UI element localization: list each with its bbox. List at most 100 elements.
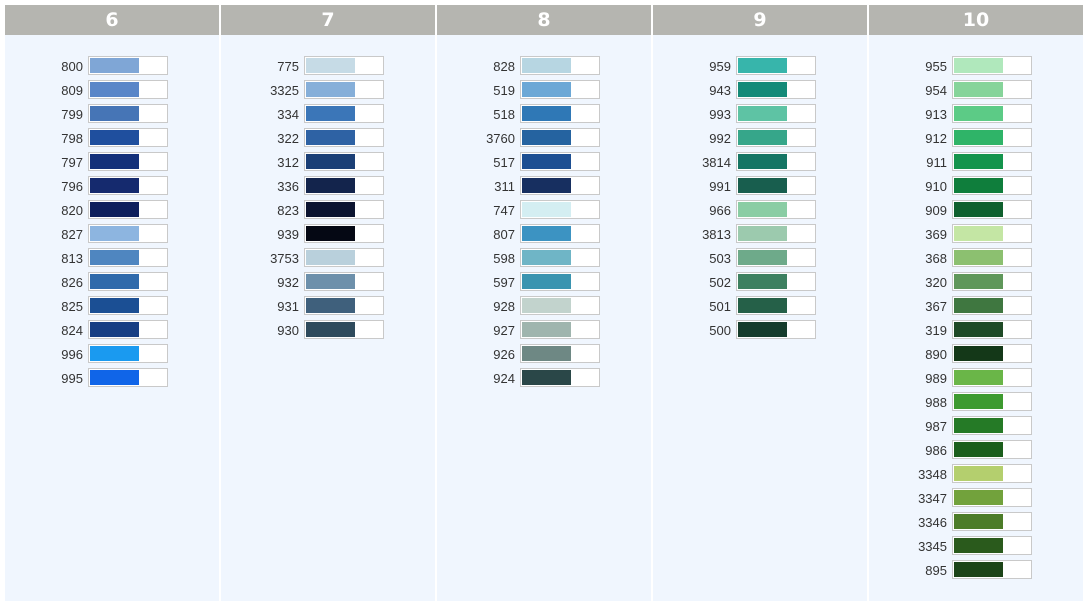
color-chip[interactable]	[952, 440, 1032, 459]
color-chip[interactable]	[88, 56, 168, 75]
color-row[interactable]: 796	[5, 176, 219, 200]
color-chip[interactable]	[88, 320, 168, 339]
color-chip[interactable]	[304, 320, 384, 339]
color-row[interactable]: 369	[869, 224, 1083, 248]
color-row[interactable]: 959	[653, 56, 867, 80]
color-row[interactable]: 927	[437, 320, 651, 344]
color-row[interactable]: 986	[869, 440, 1083, 464]
color-row[interactable]: 825	[5, 296, 219, 320]
color-chip[interactable]	[952, 176, 1032, 195]
color-chip[interactable]	[304, 104, 384, 123]
color-chip[interactable]	[736, 104, 816, 123]
color-chip[interactable]	[952, 488, 1032, 507]
color-chip[interactable]	[736, 320, 816, 339]
color-chip[interactable]	[304, 128, 384, 147]
color-row[interactable]: 996	[5, 344, 219, 368]
color-row[interactable]: 909	[869, 200, 1083, 224]
color-chip[interactable]	[952, 128, 1032, 147]
color-chip[interactable]	[952, 272, 1032, 291]
color-chip[interactable]	[520, 80, 600, 99]
color-chip[interactable]	[736, 80, 816, 99]
color-row[interactable]: 3348	[869, 464, 1083, 488]
color-row[interactable]: 797	[5, 152, 219, 176]
color-chip[interactable]	[88, 128, 168, 147]
color-chip[interactable]	[520, 128, 600, 147]
color-row[interactable]: 890	[869, 344, 1083, 368]
color-chip[interactable]	[952, 536, 1032, 555]
color-chip[interactable]	[952, 464, 1032, 483]
color-chip[interactable]	[88, 224, 168, 243]
color-chip[interactable]	[88, 368, 168, 387]
color-chip[interactable]	[736, 176, 816, 195]
color-row[interactable]: 820	[5, 200, 219, 224]
color-chip[interactable]	[520, 176, 600, 195]
color-chip[interactable]	[952, 392, 1032, 411]
color-chip[interactable]	[952, 344, 1032, 363]
color-chip[interactable]	[736, 56, 816, 75]
color-row[interactable]: 939	[221, 224, 435, 248]
color-row[interactable]: 518	[437, 104, 651, 128]
color-row[interactable]: 3346	[869, 512, 1083, 536]
color-chip[interactable]	[952, 80, 1032, 99]
color-chip[interactable]	[304, 248, 384, 267]
color-row[interactable]: 598	[437, 248, 651, 272]
color-chip[interactable]	[304, 176, 384, 195]
color-chip[interactable]	[952, 56, 1032, 75]
color-row[interactable]: 913	[869, 104, 1083, 128]
color-chip[interactable]	[88, 104, 168, 123]
color-chip[interactable]	[952, 224, 1032, 243]
color-chip[interactable]	[736, 152, 816, 171]
color-row[interactable]: 501	[653, 296, 867, 320]
color-row[interactable]: 991	[653, 176, 867, 200]
color-row[interactable]: 312	[221, 152, 435, 176]
color-row[interactable]: 928	[437, 296, 651, 320]
color-chip[interactable]	[952, 368, 1032, 387]
color-row[interactable]: 3347	[869, 488, 1083, 512]
color-chip[interactable]	[520, 56, 600, 75]
color-chip[interactable]	[88, 200, 168, 219]
color-row[interactable]: 828	[437, 56, 651, 80]
color-row[interactable]: 931	[221, 296, 435, 320]
color-row[interactable]: 799	[5, 104, 219, 128]
color-chip[interactable]	[736, 248, 816, 267]
color-row[interactable]: 943	[653, 80, 867, 104]
color-row[interactable]: 911	[869, 152, 1083, 176]
color-chip[interactable]	[520, 320, 600, 339]
color-chip[interactable]	[520, 200, 600, 219]
color-row[interactable]: 775	[221, 56, 435, 80]
color-chip[interactable]	[520, 368, 600, 387]
color-row[interactable]: 597	[437, 272, 651, 296]
color-chip[interactable]	[736, 128, 816, 147]
color-chip[interactable]	[520, 296, 600, 315]
color-row[interactable]: 800	[5, 56, 219, 80]
color-chip[interactable]	[952, 560, 1032, 579]
color-row[interactable]: 827	[5, 224, 219, 248]
color-chip[interactable]	[304, 56, 384, 75]
color-chip[interactable]	[88, 272, 168, 291]
color-row[interactable]: 500	[653, 320, 867, 344]
color-row[interactable]: 924	[437, 368, 651, 392]
color-chip[interactable]	[304, 272, 384, 291]
color-row[interactable]: 895	[869, 560, 1083, 584]
color-row[interactable]: 809	[5, 80, 219, 104]
color-chip[interactable]	[736, 224, 816, 243]
color-row[interactable]: 995	[5, 368, 219, 392]
color-row[interactable]: 966	[653, 200, 867, 224]
color-row[interactable]: 926	[437, 344, 651, 368]
color-row[interactable]: 954	[869, 80, 1083, 104]
color-row[interactable]: 503	[653, 248, 867, 272]
color-chip[interactable]	[952, 152, 1032, 171]
color-chip[interactable]	[88, 80, 168, 99]
color-chip[interactable]	[520, 272, 600, 291]
color-chip[interactable]	[736, 272, 816, 291]
color-chip[interactable]	[304, 152, 384, 171]
color-chip[interactable]	[952, 416, 1032, 435]
color-row[interactable]: 988	[869, 392, 1083, 416]
color-chip[interactable]	[520, 344, 600, 363]
color-row[interactable]: 3814	[653, 152, 867, 176]
color-row[interactable]: 320	[869, 272, 1083, 296]
color-row[interactable]: 824	[5, 320, 219, 344]
color-chip[interactable]	[952, 512, 1032, 531]
color-row[interactable]: 519	[437, 80, 651, 104]
color-row[interactable]: 517	[437, 152, 651, 176]
